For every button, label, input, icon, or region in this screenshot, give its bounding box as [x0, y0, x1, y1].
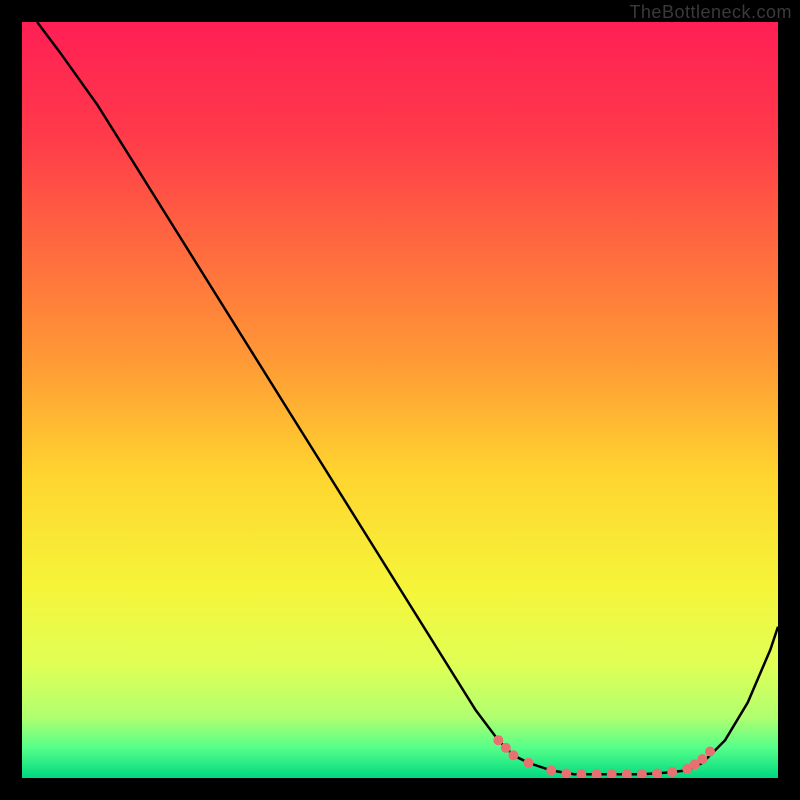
- highlight-dot: [508, 750, 518, 760]
- highlight-dot: [705, 747, 715, 757]
- highlight-dot: [667, 767, 677, 777]
- highlight-dot: [622, 769, 632, 778]
- highlight-dot: [592, 769, 602, 778]
- highlight-dot: [524, 758, 534, 768]
- highlight-dot: [652, 769, 662, 779]
- highlight-dot: [546, 765, 556, 775]
- highlight-dot: [561, 769, 571, 779]
- watermark-text: TheBottleneck.com: [629, 2, 792, 23]
- bottleneck-curve: [37, 22, 778, 774]
- highlight-dot: [697, 754, 707, 764]
- highlight-dot: [607, 769, 617, 778]
- chart-area: [22, 22, 778, 778]
- highlight-dot: [493, 735, 503, 745]
- highlight-dot: [576, 769, 586, 778]
- curve-layer: [22, 22, 778, 778]
- highlight-dot: [501, 743, 511, 753]
- highlight-dot: [637, 769, 647, 778]
